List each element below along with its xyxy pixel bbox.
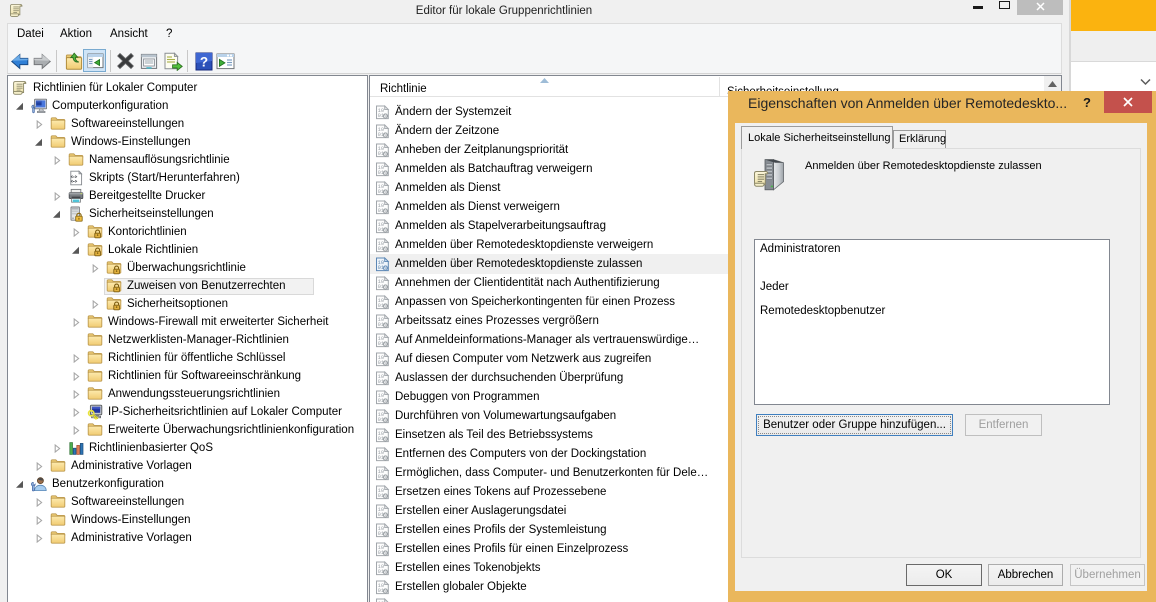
svg-text:?: ? [200, 55, 208, 70]
